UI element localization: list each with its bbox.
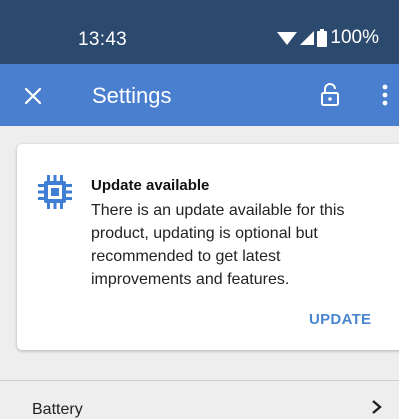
status-icons: 100% bbox=[277, 27, 379, 49]
chevron-right-icon bbox=[372, 400, 382, 414]
chip-icon bbox=[38, 175, 72, 209]
lock-open-icon bbox=[321, 83, 339, 106]
update-button[interactable]: UPDATE bbox=[309, 311, 371, 328]
status-bar: 13:43 100% bbox=[0, 0, 399, 64]
wifi-icon bbox=[277, 32, 298, 45]
lock-button[interactable] bbox=[314, 79, 346, 111]
close-button[interactable] bbox=[18, 81, 48, 111]
card-title: Update available bbox=[91, 177, 210, 194]
signal-icon bbox=[300, 31, 315, 45]
list-item-battery[interactable]: Battery bbox=[0, 381, 399, 418]
page-title: Settings bbox=[92, 83, 172, 108]
battery-percent: 100% bbox=[330, 27, 379, 48]
card-message: There is an update available for this pr… bbox=[91, 202, 345, 288]
list-item-label: Battery bbox=[32, 401, 83, 418]
app-bar: Settings bbox=[0, 64, 399, 126]
more-options-button[interactable] bbox=[374, 79, 396, 111]
more-vert-icon bbox=[382, 84, 388, 106]
status-time: 13:43 bbox=[78, 29, 128, 50]
update-card: Update available There is an update avai… bbox=[17, 144, 399, 350]
battery-icon bbox=[317, 29, 328, 47]
close-icon bbox=[24, 87, 42, 105]
